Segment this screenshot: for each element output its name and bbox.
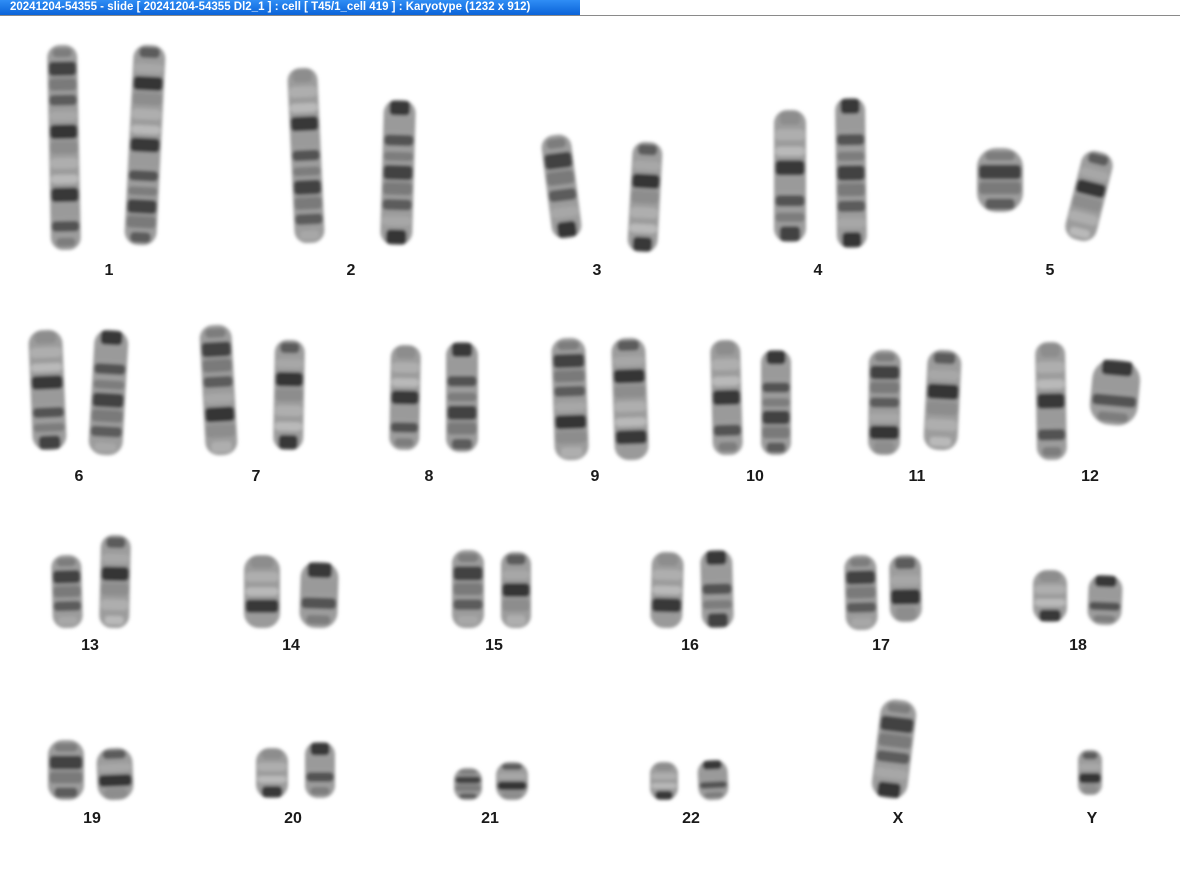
chromosome-20a	[256, 748, 288, 798]
chromosome-label-6: 6	[74, 468, 84, 485]
chromosome-label-2: 2	[346, 262, 356, 279]
chromosome-label-17: 17	[872, 637, 890, 654]
chromosome-label-1: 1	[104, 262, 114, 279]
chromosome-18b	[1087, 574, 1123, 626]
chromosome-12a	[1035, 341, 1067, 461]
chromosome-label-9: 9	[590, 468, 600, 485]
chromosome-4a	[774, 110, 806, 242]
chromosome-21b	[496, 762, 528, 800]
chromosome-11b	[923, 349, 962, 451]
chromosome-13b	[99, 534, 131, 629]
chromosome-label-19: 19	[83, 810, 101, 827]
chromosome-14b	[299, 561, 339, 629]
chromosome-label-7: 7	[251, 468, 261, 485]
chromosome-6b	[88, 329, 129, 456]
chromosome-label-5: 5	[1045, 262, 1055, 279]
chromosome-label-14: 14	[282, 637, 300, 654]
chromosome-2a	[287, 67, 325, 244]
chromosome-Ya	[1078, 750, 1102, 795]
chromosome-12b	[1089, 359, 1141, 426]
chromosome-20b	[305, 742, 335, 798]
chromosome-label-16: 16	[681, 637, 699, 654]
chromosome-10b	[761, 350, 791, 455]
chromosome-label-10: 10	[746, 468, 764, 485]
chromosome-15a	[452, 550, 484, 628]
chromosome-10a	[710, 339, 743, 456]
chromosome-16a	[650, 551, 684, 629]
karyotype-image	[28, 44, 1141, 801]
chromosome-7b	[273, 339, 305, 451]
chromosome-21a	[454, 768, 482, 800]
chromosome-9b	[611, 337, 649, 461]
chromosome-22b	[697, 759, 729, 801]
chromosome-label-8: 8	[424, 468, 434, 485]
chromosome-Xa	[871, 699, 917, 799]
chromosome-13a	[51, 554, 83, 629]
chromosome-11a	[868, 349, 901, 456]
chromosome-16b	[700, 549, 734, 629]
chromosome-19a	[48, 740, 84, 800]
chromosome-8a	[389, 344, 421, 451]
chromosome-label-3: 3	[592, 262, 602, 279]
chromosome-label-15: 15	[485, 637, 503, 654]
chromosome-7a	[199, 324, 238, 456]
chromosome-3b	[627, 141, 663, 253]
chromosome-3a	[541, 134, 582, 239]
chromosome-label-y: Y	[1086, 810, 1098, 827]
chromosome-19b	[96, 747, 134, 801]
chromosome-5a	[977, 148, 1023, 212]
chromosome-label-11: 11	[908, 468, 926, 485]
chromosome-1a	[47, 44, 81, 251]
chromosome-18a	[1033, 570, 1067, 622]
chromosome-17b	[889, 554, 922, 623]
chromosome-9a	[551, 337, 589, 461]
chromosome-17a	[844, 554, 878, 631]
chromosome-label-13: 13	[81, 637, 99, 654]
chromosome-6a	[28, 329, 67, 451]
chromosome-2b	[380, 99, 416, 246]
chromosome-5b	[1065, 150, 1113, 242]
chromosome-label-4: 4	[813, 262, 823, 279]
chromosome-4b	[835, 97, 867, 249]
chromosome-14a	[244, 555, 280, 628]
chromosome-label-x: X	[892, 810, 904, 827]
chromosome-15b	[501, 552, 531, 628]
chromosome-label-12: 12	[1081, 468, 1099, 485]
chromosome-label-18: 18	[1069, 637, 1087, 654]
chromosome-8b	[446, 342, 478, 452]
chromosome-1b	[124, 44, 166, 246]
chromosome-label-20: 20	[284, 810, 302, 827]
chromosome-label-21: 21	[481, 810, 499, 827]
chromosome-22a	[650, 762, 678, 800]
chromosome-label-22: 22	[682, 810, 700, 827]
